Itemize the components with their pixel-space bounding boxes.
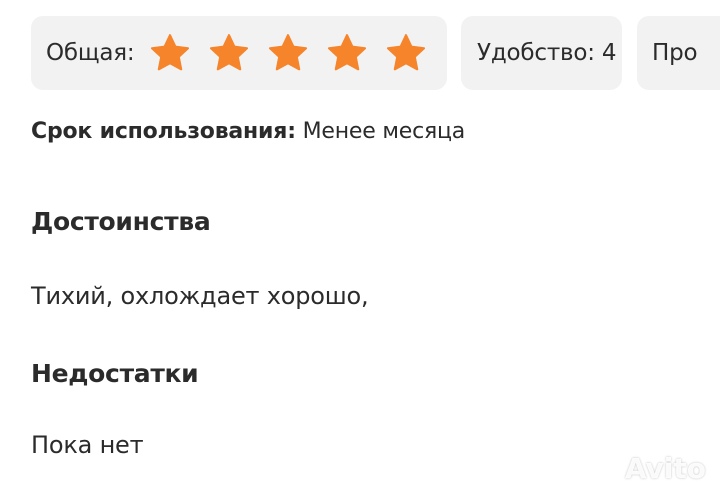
star-icon xyxy=(387,34,426,71)
star-icon xyxy=(269,34,308,71)
star-icon xyxy=(151,34,190,71)
pros-text: Тихий, охлождает хорошо, xyxy=(31,282,369,310)
star-icon xyxy=(210,34,249,71)
ratings-chips: Общая: Удобство: 4 Про xyxy=(0,0,720,108)
third-rating-chip: Про xyxy=(637,16,720,90)
cons-text: Пока нет xyxy=(31,431,144,459)
star-icon xyxy=(328,34,367,71)
comfort-rating-label: Удобство: 4 xyxy=(477,40,617,66)
comfort-rating-chip: Удобство: 4 xyxy=(461,16,622,90)
overall-rating-chip: Общая: xyxy=(31,16,447,90)
usage-period-value: Менее месяца xyxy=(302,119,466,144)
third-rating-label: Про xyxy=(652,40,698,66)
cons-heading: Недостатки xyxy=(31,359,199,388)
avito-watermark: Avito xyxy=(591,452,706,485)
pros-heading: Достоинства xyxy=(31,207,211,236)
overall-rating-label: Общая: xyxy=(46,40,135,66)
avito-logo-icon xyxy=(591,457,618,481)
star-rating xyxy=(149,32,427,74)
usage-period: Срок использования: Менее месяца xyxy=(31,119,465,144)
usage-period-label: Срок использования: xyxy=(31,119,296,144)
watermark-text: Avito xyxy=(624,452,706,485)
